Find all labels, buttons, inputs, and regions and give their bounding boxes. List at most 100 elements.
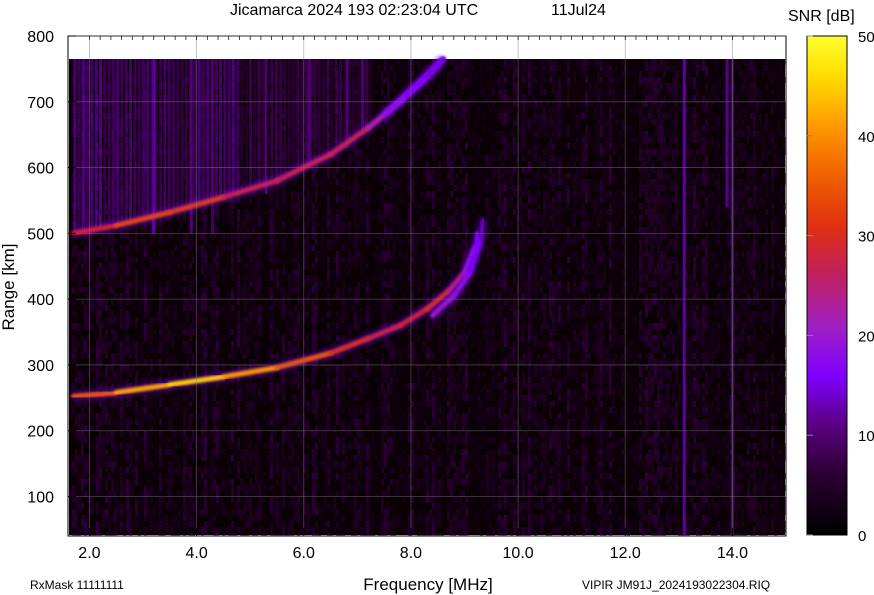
noise-cell <box>228 233 231 240</box>
noise-cell <box>231 209 234 216</box>
noise-cell <box>294 179 297 186</box>
noise-cell <box>288 281 291 288</box>
noise-cell <box>204 443 207 450</box>
noise-cell <box>297 227 300 234</box>
noise-cell <box>150 257 153 264</box>
noise-cell <box>270 443 273 450</box>
noise-cell <box>384 419 387 426</box>
noise-cell <box>315 239 318 246</box>
noise-cell <box>201 425 204 432</box>
noise-cell <box>231 413 234 420</box>
noise-cell <box>249 233 252 240</box>
noise-cell <box>351 521 354 528</box>
noise-cell <box>339 365 342 372</box>
noise-cell <box>219 239 222 246</box>
noise-cell <box>261 221 264 228</box>
noise-cell <box>369 377 372 384</box>
noise-cell <box>93 287 96 294</box>
noise-cell <box>357 521 360 528</box>
noise-cell <box>315 479 318 486</box>
noise-cell <box>231 263 234 270</box>
noise-cell <box>168 497 171 504</box>
noise-cell <box>393 125 396 132</box>
noise-cell <box>177 497 180 504</box>
noise-cell <box>282 311 285 318</box>
noise-cell <box>351 413 354 420</box>
noise-cell <box>105 509 108 516</box>
noise-cell <box>387 131 390 138</box>
noise-cell <box>126 395 129 402</box>
noise-cell <box>318 419 321 426</box>
noise-cell <box>273 257 276 264</box>
noise-cell <box>237 467 240 474</box>
noise-cell <box>168 359 171 366</box>
noise-cell <box>198 215 201 222</box>
noise-cell <box>168 365 171 372</box>
noise-cell <box>273 515 276 522</box>
noise-cell <box>267 257 270 264</box>
noise-cell <box>384 449 387 456</box>
noise-cell <box>363 257 366 264</box>
noise-cell <box>327 335 330 342</box>
noise-cell <box>102 461 105 468</box>
noise-cell <box>246 449 249 456</box>
noise-cell <box>171 311 174 318</box>
noise-cell <box>273 437 276 444</box>
noise-cell <box>129 299 132 306</box>
noise-cell <box>123 413 126 420</box>
noise-cell <box>138 239 141 246</box>
noise-cell <box>315 461 318 468</box>
noise-cell <box>135 239 138 246</box>
noise-cell <box>204 485 207 492</box>
noise-cell <box>99 461 102 468</box>
noise-cell <box>249 335 252 342</box>
noise-cell <box>216 449 219 456</box>
noise-cell <box>111 467 114 474</box>
noise-cell <box>219 263 222 270</box>
noise-cell <box>387 521 390 528</box>
noise-cell <box>276 329 279 336</box>
noise-cell <box>183 347 186 354</box>
noise-cell <box>177 455 180 462</box>
noise-cell <box>381 359 384 366</box>
noise-cell <box>375 71 378 78</box>
noise-cell <box>111 365 114 372</box>
noise-cell <box>198 311 201 318</box>
noise-cell <box>216 293 219 300</box>
noise-cell <box>108 431 111 438</box>
noise-cell <box>255 443 258 450</box>
noise-cell <box>171 467 174 474</box>
noise-cell <box>324 245 327 252</box>
noise-cell <box>387 509 390 516</box>
noise-cell <box>177 467 180 474</box>
noise-cell <box>186 233 189 240</box>
noise-cell <box>276 281 279 288</box>
noise-cell <box>147 269 150 276</box>
noise-cell <box>240 485 243 492</box>
noise-cell <box>252 407 255 414</box>
noise-cell <box>342 371 345 378</box>
noise-cell <box>201 473 204 480</box>
noise-cell <box>255 251 258 258</box>
noise-cell <box>72 263 75 270</box>
noise-cell <box>207 467 210 474</box>
noise-cell <box>366 479 369 486</box>
noise-cell <box>219 413 222 420</box>
noise-cell <box>114 401 117 408</box>
noise-cell <box>261 251 264 258</box>
noise-cell <box>201 209 204 216</box>
noise-cell <box>174 521 177 528</box>
noise-cell <box>111 443 114 450</box>
noise-cell <box>273 323 276 330</box>
noise-cell <box>354 425 357 432</box>
noise-cell <box>207 299 210 306</box>
noise-cell <box>264 317 267 324</box>
noise-cell <box>375 257 378 264</box>
noise-cell <box>315 443 318 450</box>
noise-cell <box>249 509 252 516</box>
noise-cell <box>330 461 333 468</box>
noise-cell <box>321 293 324 300</box>
noise-cell <box>180 221 183 228</box>
noise-cell <box>207 239 210 246</box>
noise-cell <box>321 233 324 240</box>
